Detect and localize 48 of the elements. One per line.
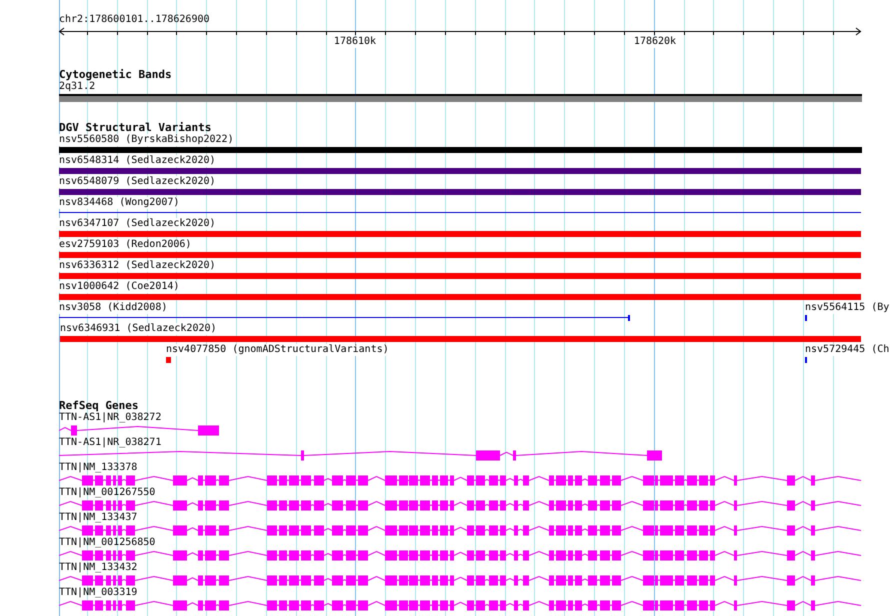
- transcript-drawing[interactable]: [59, 450, 662, 460]
- transcript-drawing[interactable]: [59, 526, 862, 536]
- band-label: 2q31.2: [59, 81, 96, 93]
- tick-label: 178620k: [634, 36, 676, 48]
- tick-label: 178610k: [334, 36, 376, 48]
- variant-line[interactable]: [59, 317, 629, 318]
- track-title: DGV Structural Variants: [59, 121, 212, 134]
- variant-label: nsv6336312 (Sedlazeck2020): [59, 260, 216, 272]
- variant-label: nsv6548314 (Sedlazeck2020): [59, 155, 216, 167]
- variant-bar[interactable]: [59, 231, 861, 237]
- variant-line[interactable]: [59, 212, 861, 213]
- variant-bar[interactable]: [59, 294, 861, 300]
- transcript-drawing[interactable]: [59, 500, 862, 510]
- variant-label: nsv6346931 (Sedlazeck2020): [60, 323, 217, 335]
- variant-bar[interactable]: [59, 168, 861, 174]
- transcript-label: TTN|NM_001267550: [59, 487, 156, 499]
- variant-bar[interactable]: [59, 189, 861, 195]
- variant-end-mark: [628, 315, 630, 321]
- location-label: chr2:178600101..178626900: [59, 14, 211, 26]
- variant-bar[interactable]: [59, 147, 862, 153]
- variant-bar[interactable]: [166, 357, 171, 363]
- variant-label: nsv4077850 (gnomADStructuralVariants): [166, 344, 389, 356]
- variant-bar[interactable]: [59, 252, 861, 258]
- transcript-drawing[interactable]: [59, 550, 862, 560]
- transcript-label: TTN|NM_133378: [59, 462, 138, 474]
- variant-label: nsv1000642 (Coe2014): [59, 281, 180, 293]
- track-title: Cytogenetic Bands: [59, 68, 173, 81]
- transcript-label: TTN-AS1|NR_038272: [59, 412, 162, 424]
- track-title: RefSeq Genes: [59, 399, 140, 412]
- transcript-drawing[interactable]: [59, 600, 862, 610]
- variant-label: nsv3058 (Kidd2008): [59, 302, 168, 314]
- variant-bar[interactable]: [59, 273, 861, 279]
- variant-label: nsv834468 (Wong2007): [59, 197, 180, 209]
- transcript-label: TTN|NM_001256850: [59, 537, 156, 549]
- variant-label: nsv5560580 (ByrskaBishop2022): [59, 134, 234, 146]
- transcript-label: TTN-AS1|NR_038271: [59, 437, 162, 449]
- transcript-label: TTN|NM_003319: [59, 587, 138, 599]
- transcript-label: TTN|NM_133437: [59, 512, 138, 524]
- variant-label: esv2759103 (Redon2006): [59, 239, 192, 251]
- variant-bar[interactable]: [60, 336, 861, 342]
- transcript-label: TTN|NM_133432: [59, 562, 138, 574]
- transcript-drawing[interactable]: [59, 426, 219, 436]
- transcript-drawing[interactable]: [59, 576, 862, 586]
- variant-label: nsv6548079 (Sedlazeck2020): [59, 176, 216, 188]
- variant-label: nsv5564115 (By: [805, 302, 890, 314]
- variant-label: nsv5729445 (Ch: [805, 344, 890, 356]
- transcript-drawing[interactable]: [59, 476, 862, 486]
- variant-label: nsv6347107 (Sedlazeck2020): [59, 218, 216, 230]
